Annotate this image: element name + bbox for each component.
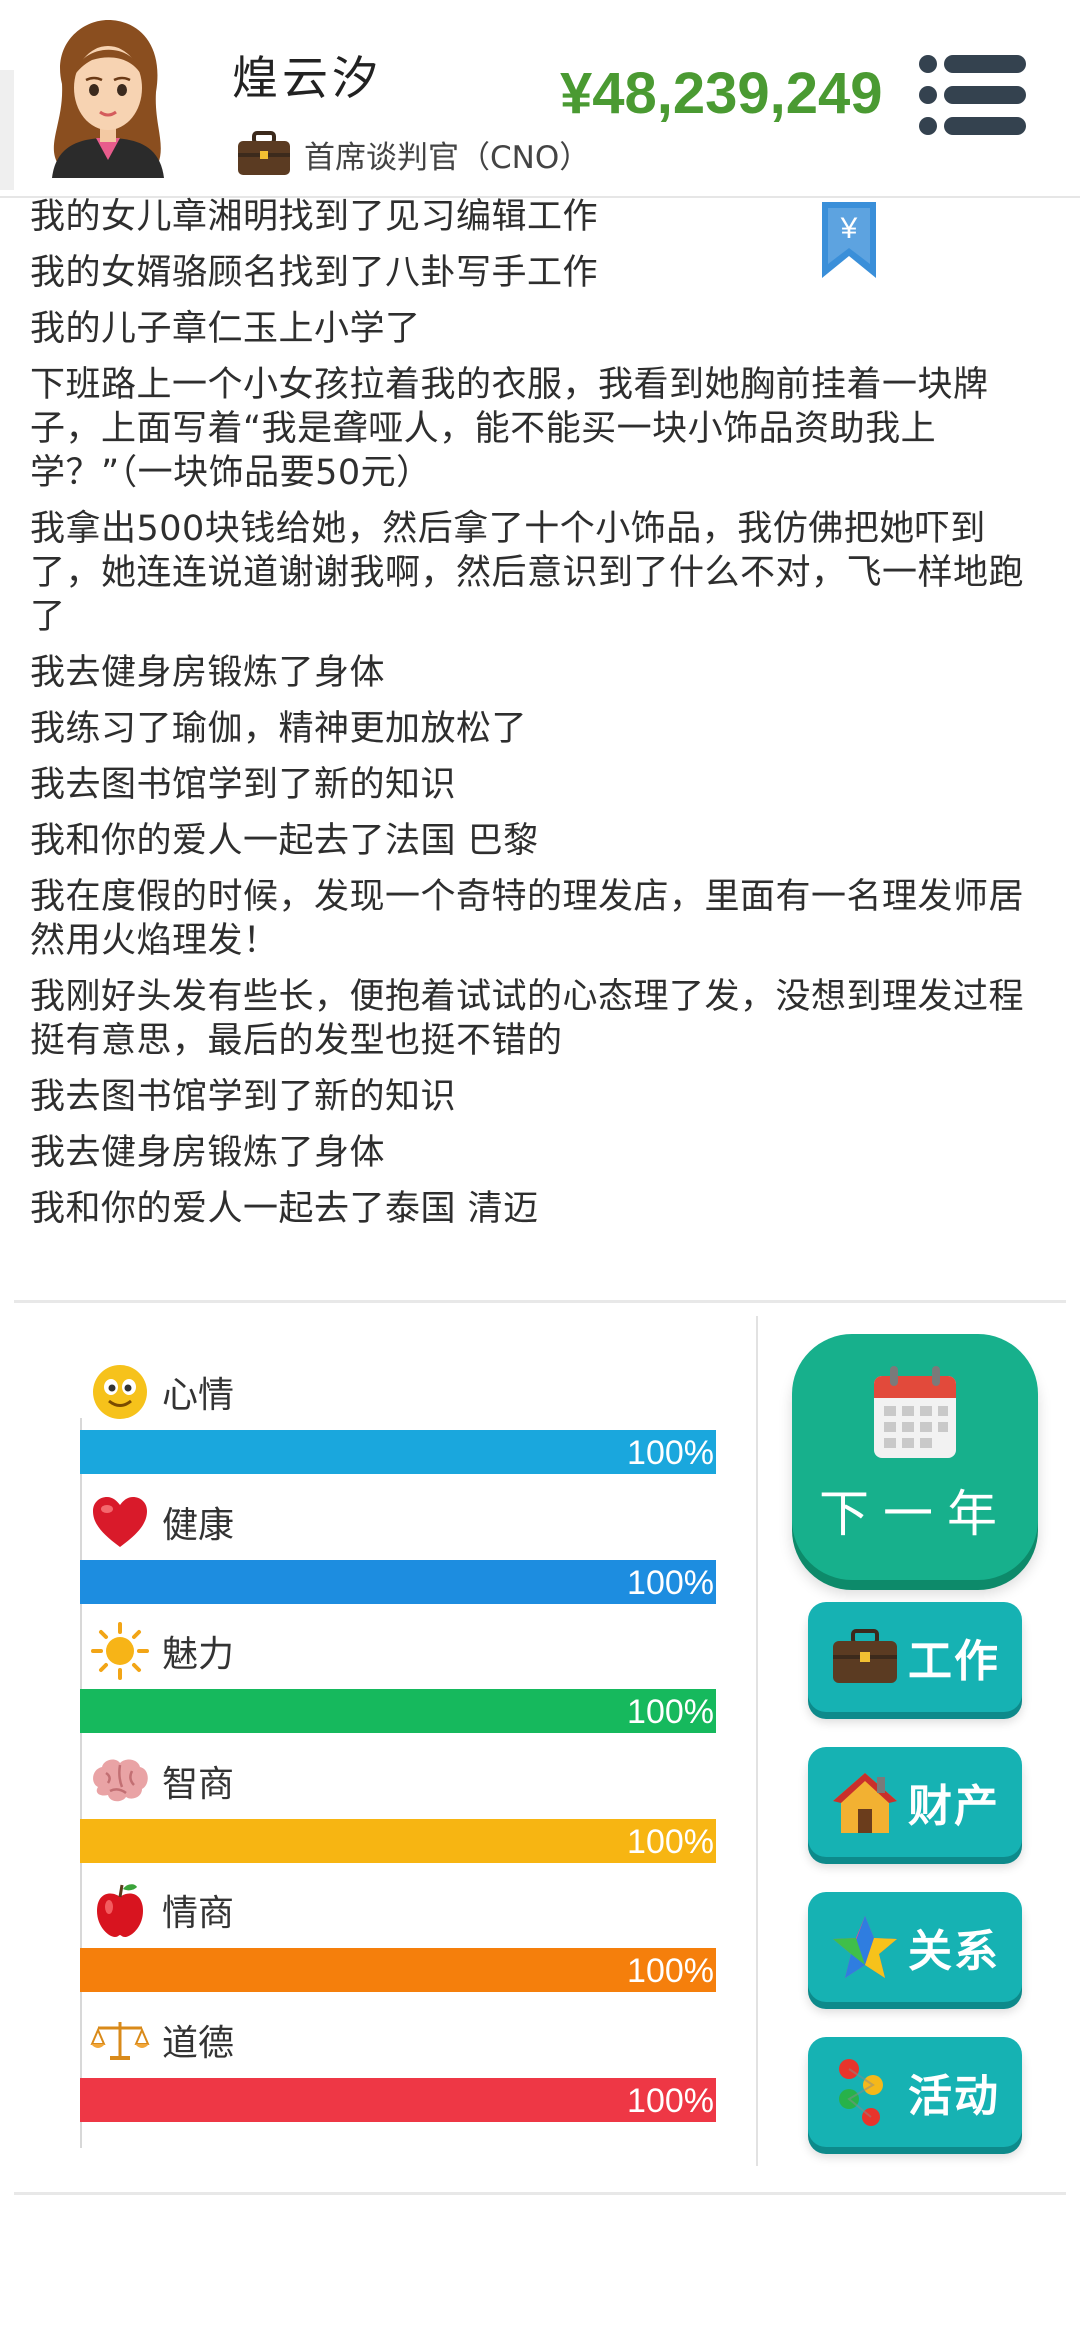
stat-iq-bar: 100% (80, 1818, 716, 1863)
stat-iq-fill (80, 1818, 716, 1863)
job-title-row: 首席谈判官（CNO） (236, 128, 590, 180)
stat-charm-bar: 100% (80, 1689, 716, 1733)
edge-decoration (0, 70, 14, 190)
bookmark-money-icon[interactable]: ¥ (820, 200, 878, 280)
activity-label: 活动 (908, 2071, 1000, 2122)
stat-eq: 情商 100% (80, 1880, 720, 2010)
stat-mood: 心情 100% (80, 1362, 720, 1492)
work-button[interactable]: 工作 (808, 1602, 1022, 1712)
bookmark-symbol: ¥ (840, 212, 858, 245)
next-year-button[interactable]: 下一年 (792, 1334, 1038, 1580)
log-entry: 我去图书馆学到了新的知识 (30, 765, 457, 805)
stat-charm: 魅力 100% (80, 1621, 720, 1751)
stat-morality-label: 道德 (162, 2022, 235, 2064)
header-bar: 煌云汐 首席谈判官（CNO） ¥48,239,249 (0, 0, 1080, 196)
stat-morality-bar: 100% (80, 2077, 716, 2122)
activity-button[interactable]: 活动 (808, 2037, 1022, 2147)
stat-health-label: 健康 (162, 1504, 235, 1546)
log-entry: 我拿出500块钱给她，然后拿了十个小饰品，我仿佛把她吓到了，她连连说道谢谢我啊，… (30, 509, 1025, 637)
stat-health-percent: 100% (627, 1563, 714, 1602)
stat-eq-head: 情商 (90, 1880, 234, 1940)
log-entry: 我和你的爱人一起去了泰国 清迈 (30, 1189, 539, 1229)
log-entry: 我在度假的时候，发现一个奇特的理发店，里面有一名理发师居然用火焰理发！ (30, 877, 1025, 961)
briefcase-icon (238, 131, 290, 175)
smiley-icon (90, 1362, 150, 1422)
scales-icon (90, 2010, 150, 2070)
property-button[interactable]: 财产 (808, 1747, 1022, 1857)
heart-icon (90, 1492, 150, 1552)
next-year-label: 下一年 (819, 1485, 1011, 1543)
job-title: 首席谈判官（CNO） (304, 139, 591, 176)
stat-charm-label: 魅力 (162, 1634, 235, 1675)
stat-eq-percent: 100% (627, 1952, 714, 1990)
log-entry: 我的女婿骆顾名找到了八卦写手工作 (30, 253, 599, 293)
stat-morality-head: 道德 (90, 2010, 234, 2070)
house-icon (830, 1767, 900, 1837)
star-icon (830, 1912, 900, 1982)
player-name: 煌云汐 (232, 51, 382, 105)
stat-morality-fill (80, 2077, 716, 2122)
stat-eq-bar: 100% (80, 1948, 716, 1992)
stat-iq-percent: 100% (627, 1822, 714, 1861)
stat-health-fill (80, 1559, 716, 1604)
log-entry: 我练习了瑜伽，精神更加放松了 (30, 709, 528, 749)
panel-divider (756, 1316, 758, 2166)
brain-icon (90, 1751, 150, 1811)
stat-health: 健康 100% (80, 1492, 720, 1622)
stat-mood-label: 心情 (162, 1375, 235, 1416)
stat-morality-percent: 100% (627, 2081, 714, 2120)
money-balance: ¥48,239,249 (560, 61, 883, 126)
stat-iq: 智商 100% (80, 1751, 720, 1881)
log-entry: 下班路上一个小女孩拉着我的衣服，我看到她胸前挂着一块牌子，上面写着“我是聋哑人，… (30, 365, 989, 493)
stat-iq-head: 智商 (90, 1751, 234, 1811)
event-log[interactable]: 我的女儿章湘明找到了见习编辑工作 我的女婿骆顾名找到了八卦写手工作 我的儿子章仁… (30, 195, 1050, 1245)
calendar-icon (874, 1366, 956, 1458)
log-entry: 我的女儿章湘明找到了见习编辑工作 (30, 197, 599, 237)
stat-iq-label: 智商 (162, 1763, 235, 1805)
briefcase-icon (830, 1622, 900, 1692)
stat-eq-label: 情商 (162, 1893, 235, 1934)
property-label: 财产 (908, 1781, 1000, 1832)
stat-mood-bar: 100% (80, 1430, 716, 1474)
stat-health-head: 健康 (90, 1492, 234, 1552)
stat-charm-head: 魅力 (90, 1621, 234, 1681)
activity-dots-icon (830, 2057, 900, 2127)
apple-icon (90, 1880, 150, 1940)
stat-health-bar: 100% (80, 1559, 716, 1604)
log-entry: 我刚好头发有些长，便抱着试试的心态理了发，没想到理发过程挺有意思，最后的发型也挺… (30, 977, 1025, 1061)
stat-mood-fill (80, 1430, 716, 1474)
section-divider (14, 1300, 1066, 1303)
relations-button[interactable]: 关系 (808, 1892, 1022, 2002)
log-entry: 我去健身房锻炼了身体 (30, 1133, 386, 1173)
stat-eq-fill (80, 1948, 716, 1992)
stat-mood-percent: 100% (627, 1434, 714, 1472)
log-entry: 我去健身房锻炼了身体 (30, 653, 386, 693)
log-entry: 我去图书馆学到了新的知识 (30, 1077, 457, 1117)
log-entry: 我和你的爱人一起去了法国 巴黎 (30, 821, 539, 861)
work-label: 工作 (908, 1636, 1000, 1687)
menu-icon[interactable] (918, 52, 1028, 138)
log-entry: 我的儿子章仁玉上小学了 (30, 309, 421, 349)
relations-label: 关系 (908, 1926, 1000, 1977)
sun-icon (90, 1621, 150, 1681)
player-avatar[interactable] (42, 14, 172, 178)
stats-panel: 心情 100% 健康 100% 魅力 100% 智商 100% 情商 100% … (80, 1362, 720, 2139)
stat-morality: 道德 100% (80, 2010, 720, 2140)
stat-mood-head: 心情 (90, 1362, 234, 1422)
stat-charm-fill (80, 1689, 716, 1733)
bottom-divider (14, 2192, 1066, 2195)
stat-charm-percent: 100% (627, 1693, 714, 1731)
